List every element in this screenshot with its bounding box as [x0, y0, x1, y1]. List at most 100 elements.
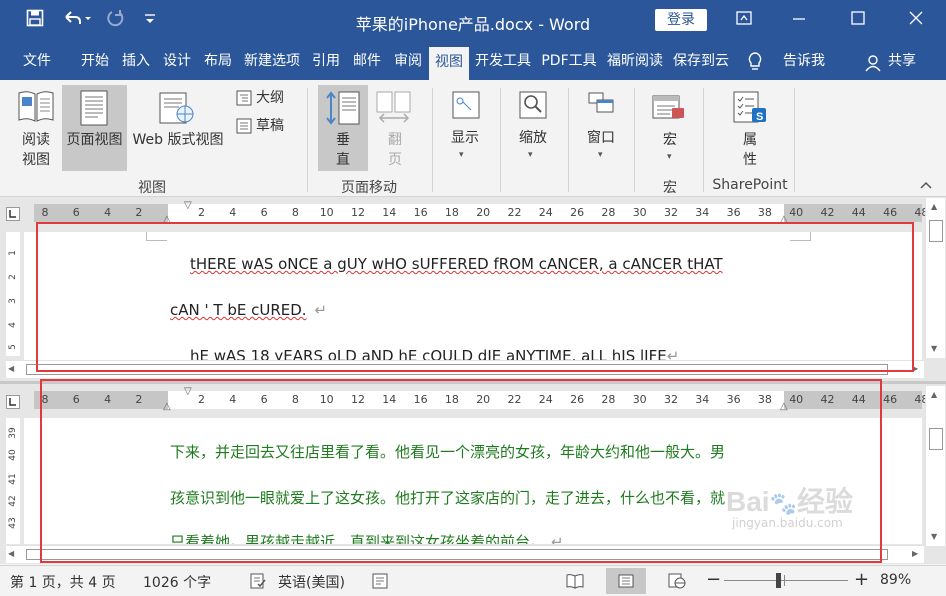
web-layout-button[interactable]: Web 版式视图 — [128, 130, 228, 150]
tab-references[interactable]: 引用 — [307, 42, 345, 80]
outline-button[interactable]: 大纲 — [256, 88, 292, 108]
tab-save-to-cloud[interactable]: 保存到云 — [669, 42, 733, 80]
web-layout-status-icon[interactable] — [668, 573, 686, 593]
tab-pdf-tools[interactable]: PDF工具 — [537, 42, 601, 80]
zoom-button[interactable]: 缩放 — [508, 128, 558, 148]
vertical-scrollbar-top[interactable]: ▲ ▼ — [925, 198, 945, 358]
group-separator — [307, 88, 308, 192]
ribbon-display-icon[interactable] — [729, 6, 759, 34]
vertical-ruler-top[interactable]: 1 2 3 4 5 — [6, 232, 20, 356]
ruler-tick-label: 10 — [319, 206, 334, 219]
word-count[interactable]: 1026 个字 — [143, 572, 211, 592]
scroll-down-icon[interactable]: ▼ — [931, 344, 937, 353]
ruler-tick-label: 4 — [229, 206, 237, 219]
first-line-indent-marker[interactable]: ▽ — [184, 200, 192, 211]
tab-developer[interactable]: 开发工具 — [471, 42, 535, 80]
title-bar: 苹果的iPhone产品.docx - Word 登录 — [0, 0, 946, 42]
read-mode-icon — [16, 88, 56, 128]
ruler-tick-label: 2 — [135, 206, 143, 219]
collapse-ribbon-icon[interactable] — [920, 180, 932, 193]
draft-icon — [236, 118, 252, 138]
ruler-tick-label: 22 — [507, 206, 522, 219]
scroll-right-icon[interactable]: ▶ — [912, 549, 918, 558]
login-button[interactable]: 登录 — [655, 9, 707, 31]
share-person-icon[interactable] — [864, 54, 882, 76]
web-layout-icon — [159, 90, 195, 130]
vruler-number: 42 — [8, 495, 18, 507]
show-button[interactable]: 显示 — [440, 128, 490, 148]
ribbon-view: 阅读 视图 页面视图 Web 版式视图 大纲 草稿 视图 垂 直 翻 页 页面移… — [0, 80, 946, 197]
vertical-scrollbar-bottom[interactable]: ▲ ▼ — [925, 386, 945, 546]
ruler-tick-label: 40 — [789, 206, 804, 219]
ruler-tick-label: 46 — [883, 393, 898, 406]
ruler-tick-label: 36 — [726, 206, 741, 219]
tab-foxit-reader[interactable]: 福昕阅读 — [603, 42, 667, 80]
ruler-tick-label: 8 — [291, 206, 299, 219]
vruler-number: 1 — [8, 250, 18, 256]
tab-design[interactable]: 设计 — [157, 42, 197, 80]
side-to-side-icon — [376, 90, 412, 130]
read-mode-status-icon[interactable] — [566, 573, 584, 593]
side-to-side-label-2: 页 — [388, 152, 402, 168]
properties-label-1: 属 — [743, 132, 757, 148]
page-count[interactable]: 第 1 页，共 4 页 — [10, 572, 116, 592]
chevron-down-icon: ▾ — [528, 150, 533, 160]
maximize-icon[interactable] — [843, 6, 873, 34]
group-separator — [432, 88, 433, 192]
scroll-thumb[interactable] — [929, 220, 943, 242]
properties-button[interactable]: 属 性 — [725, 130, 775, 170]
ruler-tick-label: 46 — [883, 206, 898, 219]
properties-icon: S — [732, 90, 770, 130]
tab-selector-bottom[interactable] — [6, 394, 20, 409]
zoom-slider-thumb[interactable] — [776, 573, 782, 588]
window-icon — [586, 90, 616, 124]
tab-view[interactable]: 视图 — [429, 47, 469, 80]
ruler-tick-label: 26 — [570, 206, 585, 219]
macro-record-icon[interactable] — [372, 573, 388, 593]
ribbon-tab-bar: 文件 开始 插入 设计 布局 新建选项 引用 邮件 审阅 视图 开发工具 PDF… — [0, 42, 946, 80]
tab-new-options[interactable]: 新建选项 — [240, 42, 304, 80]
zoom-slider-track[interactable] — [724, 580, 848, 581]
proofing-icon[interactable] — [250, 573, 266, 593]
vertical-ruler-bottom[interactable]: 39 40 41 42 43 — [6, 418, 20, 544]
tab-mailings[interactable]: 邮件 — [347, 42, 387, 80]
tab-file[interactable]: 文件 — [12, 42, 62, 80]
close-icon[interactable] — [901, 6, 931, 34]
tab-layout[interactable]: 布局 — [199, 42, 237, 80]
tab-selector-top[interactable] — [6, 206, 20, 221]
vertical-scroll-icon — [324, 90, 362, 130]
ruler-tick-label: 6 — [260, 206, 268, 219]
scroll-thumb[interactable] — [929, 428, 943, 450]
scroll-left-icon[interactable]: ◀ — [8, 364, 14, 373]
window-button[interactable]: 窗口 — [576, 128, 626, 148]
macros-button[interactable]: 宏 — [645, 130, 695, 150]
zoom-level[interactable]: 89% — [880, 572, 911, 588]
tab-home[interactable]: 开始 — [73, 42, 117, 80]
group-macros-label: 宏 — [663, 180, 677, 196]
scroll-down-icon[interactable]: ▼ — [931, 532, 937, 541]
zoom-out-button[interactable]: − — [706, 569, 721, 590]
minimize-icon[interactable] — [784, 6, 814, 34]
print-layout-status-button[interactable] — [606, 568, 646, 594]
zoom-in-button[interactable]: + — [854, 569, 869, 590]
read-mode-button[interactable]: 阅读 视图 — [12, 130, 60, 170]
ruler-tick-label: 44 — [851, 206, 866, 219]
side-to-side-button[interactable]: 翻 页 — [370, 130, 420, 170]
group-page-movement-label: 页面移动 — [341, 180, 397, 196]
draft-button[interactable]: 草稿 — [256, 116, 292, 136]
ruler-tick-label: 32 — [664, 206, 678, 219]
print-layout-icon — [80, 90, 108, 130]
share-button[interactable]: 共享 — [884, 42, 920, 80]
tab-review[interactable]: 审阅 — [389, 42, 427, 80]
tell-me-search[interactable]: 告诉我 — [776, 42, 832, 80]
scroll-left-icon[interactable]: ◀ — [8, 549, 14, 558]
highlight-box-bottom — [40, 379, 882, 563]
scroll-up-icon[interactable]: ▲ — [931, 390, 937, 399]
scroll-up-icon[interactable]: ▲ — [931, 202, 937, 211]
tab-insert[interactable]: 插入 — [117, 42, 155, 80]
status-bar: 第 1 页，共 4 页 1026 个字 英语(美国) − + 89% — [0, 565, 946, 596]
vruler-number: 43 — [8, 517, 18, 529]
ruler-tick-label: 4 — [104, 206, 112, 219]
language[interactable]: 英语(美国) — [278, 572, 345, 592]
lightbulb-icon[interactable] — [747, 52, 763, 76]
